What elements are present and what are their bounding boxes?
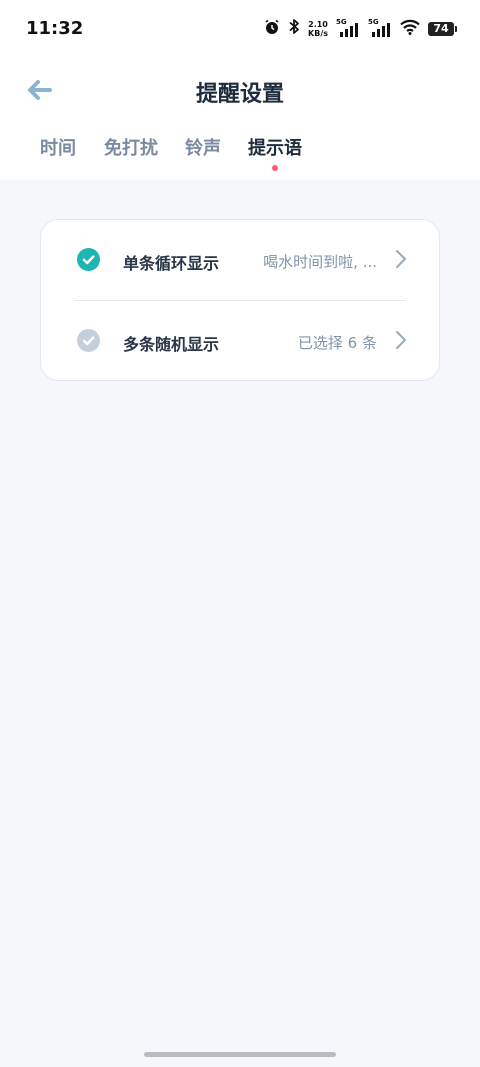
tab-do-not-disturb[interactable]: 免打扰: [104, 134, 158, 160]
signal-1-label: 5G: [336, 17, 347, 26]
wifi-icon: [400, 19, 420, 39]
home-indicator[interactable]: [144, 1052, 336, 1057]
unchecked-circle-icon[interactable]: [77, 329, 100, 352]
signal-strength-1: 5G: [336, 17, 360, 38]
status-bar: 11:32 2.10 KB/s 5G 5G 74: [0, 0, 480, 60]
status-time: 11:32: [26, 18, 84, 39]
option-label: 多条随机显示: [123, 335, 220, 354]
network-speed-value: 2.10: [308, 19, 328, 29]
option-value: 已选择 6 条: [297, 334, 377, 352]
tab-prompt-text[interactable]: 提示语: [248, 134, 302, 160]
page-title: 提醒设置: [195, 82, 284, 107]
tab-ringtone[interactable]: 铃声: [185, 134, 221, 160]
tab-time[interactable]: 时间: [40, 134, 76, 160]
option-label: 单条循环显示: [123, 254, 220, 273]
option-single-loop[interactable]: 单条循环显示 喝水时间到啦, ...: [41, 220, 439, 300]
bluetooth-icon: [288, 18, 300, 39]
display-mode-card: 单条循环显示 喝水时间到啦, ... 多条随机显示 已选择 6 条: [40, 219, 440, 381]
chevron-right-icon: [396, 331, 406, 349]
option-multi-random[interactable]: 多条随机显示 已选择 6 条: [41, 301, 439, 381]
option-value: 喝水时间到啦, ...: [263, 253, 377, 271]
status-icons: 2.10 KB/s 5G 5G 74: [264, 17, 457, 39]
active-tab-indicator: [272, 165, 278, 171]
network-speed: 2.10 KB/s: [308, 20, 328, 38]
signal-2-label: 5G: [368, 17, 379, 26]
battery-icon: 74: [428, 21, 457, 36]
checked-circle-icon[interactable]: [77, 248, 100, 271]
network-speed-unit: KB/s: [308, 28, 328, 38]
header: 提醒设置: [0, 64, 480, 116]
chevron-right-icon: [396, 250, 406, 268]
alarm-icon: [264, 19, 280, 39]
signal-strength-2: 5G: [368, 17, 392, 38]
tab-bar: 时间 免打扰 铃声 提示语: [0, 134, 480, 174]
